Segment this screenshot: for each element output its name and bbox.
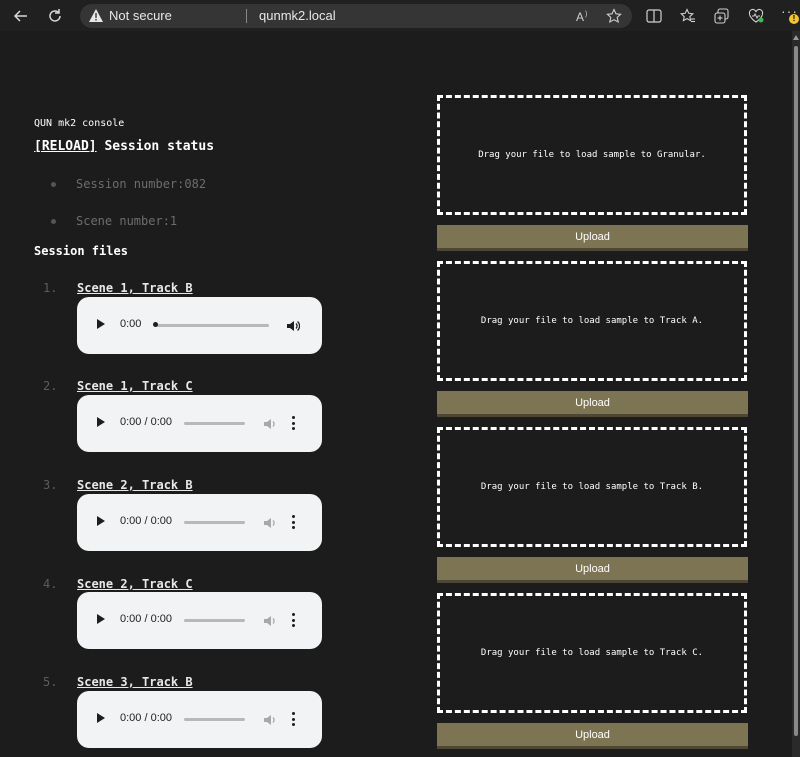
read-aloud-icon[interactable]: A) bbox=[574, 6, 594, 26]
split-screen-icon[interactable] bbox=[643, 5, 665, 27]
audio-time: 0:00 bbox=[120, 318, 142, 330]
audio-progress-thumb[interactable] bbox=[153, 322, 158, 327]
status-item-session-number: Session number:082 bbox=[51, 177, 206, 191]
more-options-icon[interactable] bbox=[291, 613, 295, 627]
more-options-icon[interactable] bbox=[291, 515, 295, 529]
console-title: QUN mk2 console bbox=[34, 118, 125, 129]
list-bullet bbox=[51, 181, 56, 187]
browser-essentials-icon[interactable] bbox=[745, 5, 767, 27]
volume-muted-icon[interactable] bbox=[263, 613, 277, 627]
upload-button-track-c[interactable]: Upload bbox=[437, 723, 748, 749]
session-status-heading: [RELOAD] Session status bbox=[34, 139, 214, 154]
dropzone-granular[interactable]: Drag your file to load sample to Granula… bbox=[437, 95, 747, 215]
scroll-up-arrow-icon[interactable] bbox=[793, 35, 799, 40]
dropzone-track-c[interactable]: Drag your file to load sample to Track C… bbox=[437, 593, 747, 713]
browser-toolbar: Not secure qunmk2.local A) ··· ! bbox=[0, 0, 800, 31]
audio-progress-track[interactable] bbox=[184, 422, 245, 425]
play-icon[interactable] bbox=[97, 516, 105, 526]
file-number: 2. bbox=[43, 379, 58, 393]
file-link-scene2-trackb[interactable]: Scene 2, Track B bbox=[77, 478, 193, 492]
page-scrollbar[interactable] bbox=[792, 31, 800, 757]
audio-progress-track[interactable] bbox=[184, 718, 245, 721]
session-status-label: Session status bbox=[104, 139, 215, 154]
audio-progress-track[interactable] bbox=[184, 521, 245, 524]
audio-progress-track[interactable] bbox=[154, 324, 269, 327]
status-item-label: Session number:082 bbox=[76, 177, 207, 191]
status-item-label: Scene number:1 bbox=[76, 214, 178, 228]
file-link-scene2-trackc[interactable]: Scene 2, Track C bbox=[77, 577, 193, 591]
svg-text:): ) bbox=[585, 11, 587, 18]
status-item-scene-number: Scene number:1 bbox=[51, 214, 177, 228]
dropzone-track-b[interactable]: Drag your file to load sample to Track B… bbox=[437, 427, 747, 547]
upload-button-granular[interactable]: Upload bbox=[437, 225, 748, 251]
file-link-scene3-trackb[interactable]: Scene 3, Track B bbox=[77, 675, 193, 689]
address-bar[interactable]: Not secure qunmk2.local A) bbox=[80, 4, 632, 28]
audio-time: 0:00 / 0:00 bbox=[120, 613, 172, 625]
file-link-scene1-trackb[interactable]: Scene 1, Track B bbox=[77, 281, 193, 295]
scrollbar-thumb[interactable] bbox=[794, 46, 798, 736]
dropzone-track-a[interactable]: Drag your file to load sample to Track A… bbox=[437, 261, 747, 381]
play-icon[interactable] bbox=[97, 614, 105, 624]
refresh-icon[interactable] bbox=[44, 5, 66, 27]
file-number: 3. bbox=[43, 478, 58, 492]
more-options-icon[interactable] bbox=[291, 712, 295, 726]
volume-muted-icon[interactable] bbox=[263, 416, 277, 430]
volume-muted-icon[interactable] bbox=[263, 515, 277, 529]
list-bullet bbox=[51, 218, 56, 224]
url-separator bbox=[246, 9, 247, 23]
warning-triangle-icon[interactable] bbox=[89, 9, 103, 25]
audio-player: 0:00 / 0:00 bbox=[77, 691, 322, 748]
volume-muted-icon[interactable] bbox=[263, 712, 277, 726]
upload-button-track-b[interactable]: Upload bbox=[437, 557, 748, 583]
url-text[interactable]: qunmk2.local bbox=[259, 8, 336, 23]
file-number: 1. bbox=[43, 281, 58, 295]
favorite-star-icon[interactable] bbox=[604, 6, 624, 26]
audio-time: 0:00 / 0:00 bbox=[120, 515, 172, 527]
security-label[interactable]: Not secure bbox=[109, 8, 172, 23]
audio-player: 0:00 / 0:00 bbox=[77, 592, 322, 649]
volume-icon[interactable] bbox=[286, 318, 301, 332]
notification-badge: ! bbox=[789, 14, 799, 24]
audio-time: 0:00 / 0:00 bbox=[120, 416, 172, 428]
reload-link[interactable]: [RELOAD] bbox=[34, 139, 97, 154]
play-icon[interactable] bbox=[97, 319, 105, 329]
play-icon[interactable] bbox=[97, 417, 105, 427]
file-link-scene1-trackc[interactable]: Scene 1, Track C bbox=[77, 379, 193, 393]
play-icon[interactable] bbox=[97, 713, 105, 723]
audio-time: 0:00 / 0:00 bbox=[120, 712, 172, 724]
page-viewport: QUN mk2 console [RELOAD] Session status … bbox=[3, 31, 791, 757]
svg-text:A: A bbox=[576, 10, 584, 23]
upload-button-track-a[interactable]: Upload bbox=[437, 391, 748, 417]
more-options-icon[interactable] bbox=[291, 416, 295, 430]
audio-progress-track[interactable] bbox=[184, 619, 245, 622]
collections-icon[interactable] bbox=[711, 5, 733, 27]
file-number: 5. bbox=[43, 675, 58, 689]
favorites-icon[interactable] bbox=[677, 5, 699, 27]
back-arrow-icon[interactable] bbox=[10, 5, 32, 27]
audio-player: 0:00 / 0:00 bbox=[77, 494, 322, 551]
audio-player: 0:00 bbox=[77, 297, 322, 354]
file-number: 4. bbox=[43, 577, 58, 591]
audio-player: 0:00 / 0:00 bbox=[77, 395, 322, 452]
session-files-heading: Session files bbox=[34, 244, 128, 258]
